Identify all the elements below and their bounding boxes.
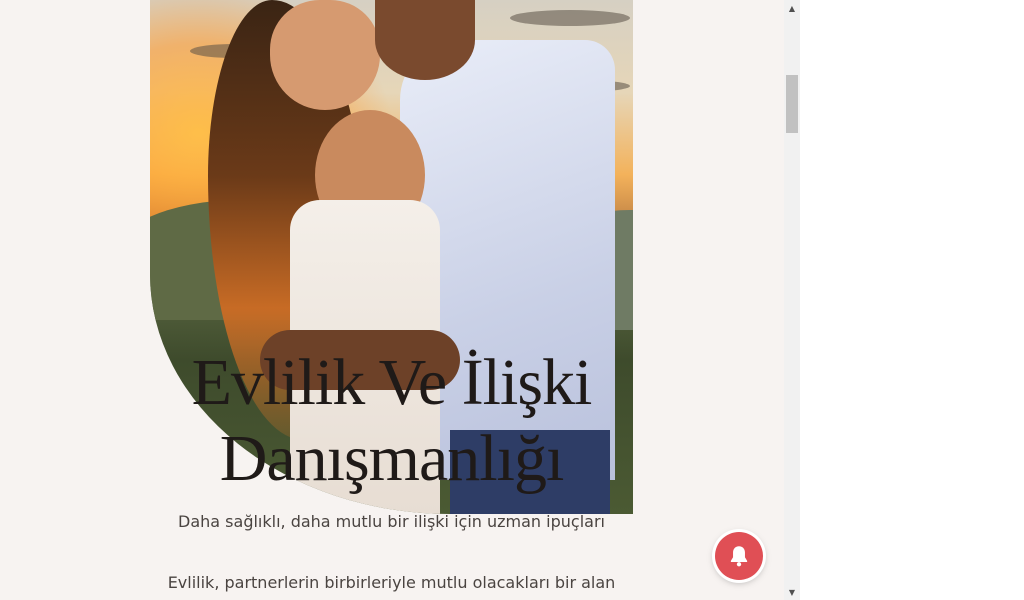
page-viewport: Evlilik Ve İlişki Danışmanlığı Daha sağl… (0, 0, 784, 600)
scroll-down-arrow[interactable]: ▼ (784, 584, 800, 600)
hero-title-line1: Evlilik Ve İlişki (191, 346, 593, 419)
notification-bell-button[interactable] (715, 532, 763, 580)
man-face (375, 0, 475, 80)
hero-subtitle: Daha sağlıklı, daha mutlu bir ilişki içi… (178, 512, 605, 531)
vertical-scrollbar[interactable]: ▲ ▼ (784, 0, 800, 600)
hero-title-line2: Danışmanlığı (219, 422, 565, 495)
bell-icon (730, 546, 748, 567)
intro-paragraph: Evlilik, partnerlerin birbirleriyle mutl… (167, 573, 616, 592)
woman-face (270, 0, 380, 110)
scroll-thumb[interactable] (786, 75, 798, 133)
hero-title: Evlilik Ve İlişki Danışmanlığı (150, 345, 633, 497)
scroll-up-arrow[interactable]: ▲ (784, 0, 800, 16)
blank-side-area (800, 0, 1024, 600)
cloud-shape (510, 10, 630, 26)
